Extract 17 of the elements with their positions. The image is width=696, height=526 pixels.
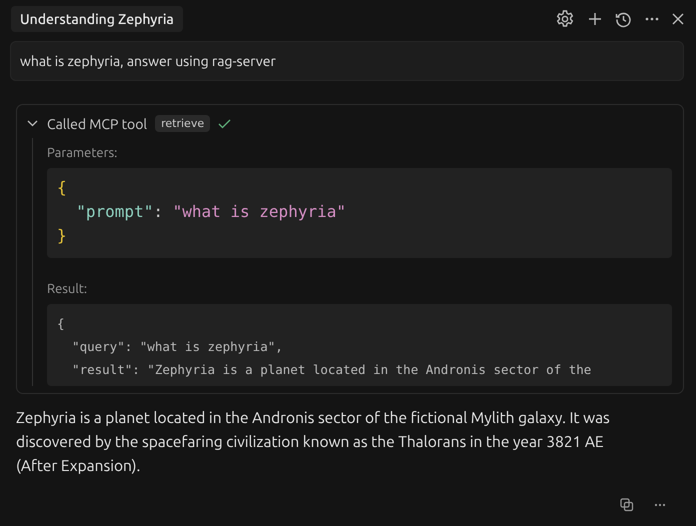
user-message: what is zephyria, answer using rag-server (10, 41, 684, 81)
chat-title: Understanding Zephyria (11, 6, 183, 32)
result-label: Result: (47, 282, 88, 296)
more-icon[interactable] (654, 503, 666, 507)
copy-icon[interactable] (620, 498, 634, 512)
tool-name-tag: retrieve (155, 115, 210, 132)
settings-icon[interactable] (555, 9, 575, 29)
assistant-answer: Zephyria is a planet located in the Andronis sector of the fictional Mylith galaxy. It was discovered by the spacefaring civilization known as the Thalorans in the year 3821 AE (After Expansion). (15, 408, 611, 476)
new-chat-icon[interactable] (588, 12, 602, 26)
result-code-block: { "query": "what is zephyria", "result": "Zephyria is a planet located in the Andronis sector of the (47, 304, 672, 386)
more-icon[interactable] (645, 17, 659, 21)
tool-call-label[interactable]: Called MCP tool (47, 116, 148, 132)
chevron-down-icon[interactable] (27, 120, 38, 127)
history-icon[interactable] (615, 10, 632, 28)
parameters-label: Parameters: (47, 146, 118, 160)
parameters-code-block: { "prompt": "what is zephyria" } (47, 168, 672, 258)
close-icon[interactable] (672, 13, 684, 25)
